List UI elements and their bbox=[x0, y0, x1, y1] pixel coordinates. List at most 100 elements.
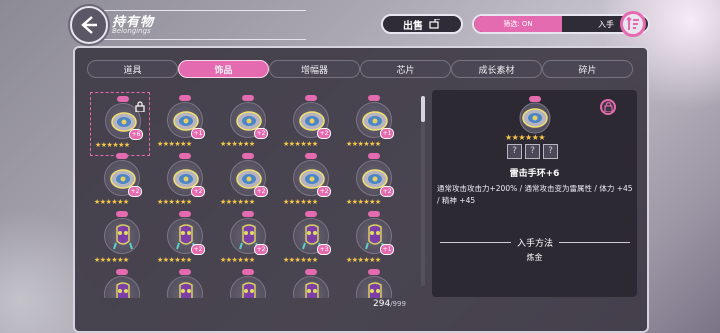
lock-icon bbox=[135, 97, 145, 116]
item-stars: ★★★★★★ bbox=[220, 198, 255, 206]
chip-slot[interactable]: ? bbox=[507, 144, 522, 159]
inventory-item[interactable] bbox=[342, 266, 402, 298]
enhance-level-badge: +2 bbox=[254, 128, 268, 139]
item-stars: ★★★★★★ bbox=[346, 256, 381, 264]
filter-label: 筛选: ON bbox=[503, 20, 533, 28]
detail-item-description: 通常攻击攻击力+200% / 通常攻击变为雷属性 / 体力 +45 / 精神 +… bbox=[437, 184, 633, 205]
inventory-item[interactable]: +6 ★★★★★★ bbox=[90, 92, 150, 156]
enhance-level-badge: +2 bbox=[254, 244, 268, 255]
item-stars: ★★★★★★ bbox=[94, 198, 129, 206]
inventory-item[interactable]: +1 ★★★★★★ bbox=[342, 208, 402, 272]
item-stars: ★★★★★★ bbox=[283, 198, 318, 206]
rarity-badge bbox=[179, 95, 191, 101]
inventory-item[interactable]: +2 ★★★★★★ bbox=[153, 208, 213, 272]
pendant-icon bbox=[167, 276, 203, 298]
item-stars: ★★★★★★ bbox=[157, 256, 192, 264]
inventory-item[interactable]: +1 ★★★★★★ bbox=[342, 92, 402, 156]
inventory-item[interactable]: +2 ★★★★★★ bbox=[279, 92, 339, 156]
divider bbox=[440, 241, 511, 243]
item-count: 294/999 bbox=[373, 299, 406, 309]
lock-icon bbox=[603, 102, 613, 112]
filter-button[interactable]: 筛选: ON bbox=[474, 16, 562, 32]
back-button[interactable] bbox=[70, 6, 108, 44]
divider bbox=[559, 241, 631, 243]
sell-button[interactable]: 出售 bbox=[381, 14, 463, 34]
detail-item-name: 雷击手环+6 bbox=[509, 169, 560, 179]
item-stars: ★★★★★★ bbox=[346, 198, 381, 206]
chip-slot[interactable]: ? bbox=[543, 144, 558, 159]
obtain-method-label: 入手方法 bbox=[517, 238, 554, 249]
category-tabs: 道具 饰品 增幅器 芯片 成长素材 碎片 bbox=[87, 60, 633, 78]
inventory-item[interactable]: +2 ★★★★★★ bbox=[216, 92, 276, 156]
tab-label: 芯片 bbox=[396, 65, 415, 76]
rarity-badge bbox=[305, 211, 317, 217]
inventory-item[interactable]: +2 ★★★★★★ bbox=[153, 150, 213, 214]
rarity-badge bbox=[179, 153, 191, 159]
enhance-level-badge: +2 bbox=[191, 186, 205, 197]
enhance-level-badge: +2 bbox=[128, 186, 142, 197]
inventory-item[interactable]: +2 ★★★★★★ bbox=[216, 208, 276, 272]
enhance-level-badge: +2 bbox=[317, 128, 331, 139]
tab-accessories[interactable]: 饰品 bbox=[178, 60, 269, 78]
enhance-level-badge: +1 bbox=[380, 128, 394, 139]
detail-stars: ★★★★★★ bbox=[505, 133, 546, 142]
inventory-item[interactable] bbox=[90, 266, 150, 298]
item-stars: ★★★★★★ bbox=[220, 256, 255, 264]
grid-scrollbar[interactable] bbox=[421, 96, 425, 286]
sell-icon bbox=[429, 19, 440, 29]
rarity-badge bbox=[368, 153, 380, 159]
item-stars: ★★★★★★ bbox=[157, 198, 192, 206]
tab-items[interactable]: 道具 bbox=[87, 60, 178, 78]
obtain-method-value: 炼金 bbox=[526, 253, 543, 262]
tab-growth-materials[interactable]: 成长素材 bbox=[451, 60, 542, 78]
inventory-item[interactable] bbox=[279, 266, 339, 298]
enhance-level-badge: +3 bbox=[317, 244, 331, 255]
tab-label: 道具 bbox=[123, 65, 142, 76]
inventory-item[interactable]: +2 ★★★★★★ bbox=[90, 150, 150, 214]
chip-slot[interactable]: ? bbox=[525, 144, 540, 159]
pendant-icon bbox=[293, 276, 329, 298]
tab-fragments[interactable]: 碎片 bbox=[542, 60, 633, 78]
detail-item-icon bbox=[513, 96, 557, 134]
scrollbar-thumb[interactable] bbox=[421, 96, 425, 122]
rarity-badge bbox=[116, 153, 128, 159]
item-stars: ★★★★★★ bbox=[283, 256, 318, 264]
rarity-badge bbox=[305, 153, 317, 159]
inventory-item[interactable]: +2 ★★★★★★ bbox=[342, 150, 402, 214]
inventory-item[interactable]: ★★★★★★ bbox=[90, 208, 150, 272]
inventory-item[interactable]: +3 ★★★★★★ bbox=[279, 208, 339, 272]
sort-direction-button[interactable] bbox=[620, 11, 646, 37]
chip-slots: ? ? ? bbox=[507, 144, 558, 159]
item-stars: ★★★★★★ bbox=[94, 256, 129, 264]
rarity-badge bbox=[242, 95, 254, 101]
obtain-method-heading: 入手方法 bbox=[440, 236, 631, 249]
item-stars: ★★★★★★ bbox=[220, 140, 255, 148]
item-stars: ★★★★★★ bbox=[346, 140, 381, 148]
rarity-badge bbox=[368, 269, 380, 275]
lock-button[interactable] bbox=[600, 99, 616, 115]
tab-label: 碎片 bbox=[578, 65, 597, 76]
rarity-badge bbox=[368, 211, 380, 217]
enhance-level-badge: +6 bbox=[129, 129, 143, 140]
enhance-level-badge: +2 bbox=[254, 186, 268, 197]
tab-chips[interactable]: 芯片 bbox=[360, 60, 451, 78]
inventory-item[interactable]: +1 ★★★★★★ bbox=[153, 92, 213, 156]
inventory-item[interactable]: +2 ★★★★★★ bbox=[216, 150, 276, 214]
rarity-badge bbox=[242, 153, 254, 159]
inventory-item[interactable] bbox=[216, 266, 276, 298]
rarity-badge bbox=[242, 211, 254, 217]
inventory-item[interactable]: +2 ★★★★★★ bbox=[279, 150, 339, 214]
pendant-icon bbox=[104, 276, 140, 298]
item-count-current: 294 bbox=[373, 299, 391, 309]
pendant-icon bbox=[230, 276, 266, 298]
back-arrow-icon bbox=[81, 16, 97, 34]
rarity-badge bbox=[368, 95, 380, 101]
sort-label: 入手 bbox=[598, 19, 614, 29]
pendant-icon bbox=[104, 218, 140, 254]
tab-amplifiers[interactable]: 增幅器 bbox=[269, 60, 360, 78]
rarity-badge bbox=[116, 211, 128, 217]
inventory-item[interactable] bbox=[153, 266, 213, 298]
rarity-badge bbox=[117, 96, 129, 102]
pendant-icon bbox=[356, 276, 392, 298]
item-stars: ★★★★★★ bbox=[283, 140, 318, 148]
